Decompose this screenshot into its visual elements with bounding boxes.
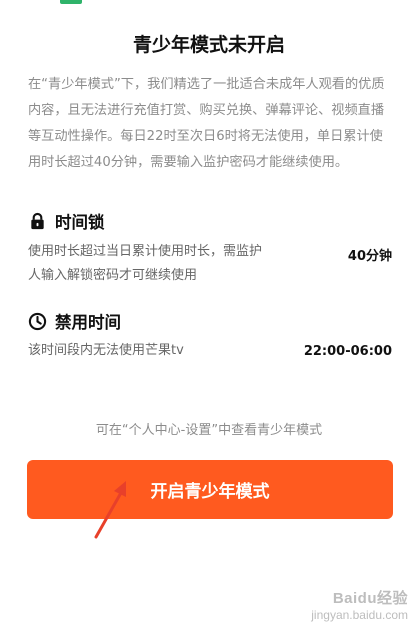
time-lock-description-line2: 人输入解锁密码才可继续使用 [28, 268, 198, 283]
enable-youth-mode-button[interactable]: 开启青少年模式 [27, 460, 393, 519]
ban-time-description: 该时间段内无法使用芒果tv [28, 343, 184, 358]
enable-youth-mode-label: 开启青少年模式 [150, 482, 270, 502]
time-lock-heading: 时间锁 [28, 209, 105, 233]
time-lock-value: 40分钟 [347, 249, 392, 264]
watermark: Baidu经验 jingyan.baidu.com [311, 587, 408, 622]
page-title: 青少年模式未开启 [132, 34, 285, 56]
time-lock-title: 时间锁 [55, 213, 105, 232]
clock-icon [28, 312, 47, 330]
watermark-brand: Baidu经验 [332, 590, 408, 607]
watermark-url: jingyan.baidu.com [311, 608, 408, 622]
ban-time-heading: 禁用时间 [28, 309, 121, 333]
ban-time-title: 禁用时间 [55, 313, 121, 332]
lock-icon [31, 212, 44, 229]
top-indicator [60, 0, 82, 4]
settings-hint: 可在“个人中心-设置”中查看青少年模式 [95, 423, 323, 438]
ban-time-value: 22:00-06:00 [303, 344, 392, 359]
time-lock-description-line1: 使用时长超过当日累计使用时长，需监护 [28, 244, 263, 259]
description-text: 在“青少年模式”下，我们精选了一批适合未成年人观看的优质内容，且无法进行充值打赏… [28, 77, 385, 170]
annotation-arrow-icon [94, 481, 126, 539]
